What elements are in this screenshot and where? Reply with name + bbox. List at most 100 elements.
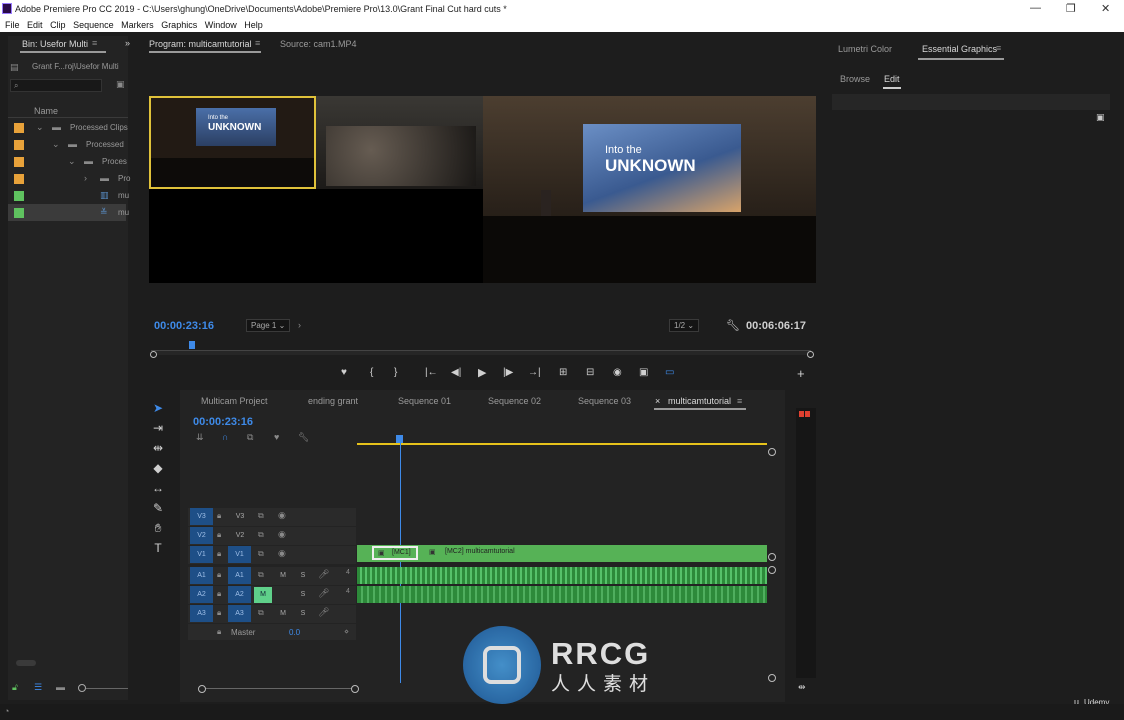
snap-icon[interactable]: ∩	[222, 432, 228, 442]
linked-selection-icon[interactable]: ⧉	[247, 432, 253, 443]
h-scrollbar[interactable]	[202, 688, 356, 689]
slip-tool-icon[interactable]: ↔	[141, 478, 175, 498]
add-marker-icon[interactable]: ♥	[274, 432, 279, 442]
new-bin-icon[interactable]: ▣	[116, 79, 125, 90]
layers-area[interactable]	[832, 94, 1110, 110]
tab-edit[interactable]: Edit	[884, 74, 900, 84]
search-input[interactable]: ⌕	[10, 79, 102, 92]
mic-icon[interactable]: 🎤︎	[318, 569, 329, 580]
insert-sequence-icon[interactable]: ⇊	[196, 432, 204, 443]
panel-menu-icon[interactable]: ≡	[255, 38, 260, 48]
column-name[interactable]: Name	[34, 106, 58, 116]
selection-tool-icon[interactable]: ➤	[141, 398, 175, 418]
tab-sequence[interactable]: Sequence 02	[488, 396, 541, 406]
go-to-in-button[interactable]: |←	[425, 367, 438, 378]
sync-lock-icon[interactable]: ⧉	[258, 511, 264, 521]
playhead-marker[interactable]	[189, 341, 195, 349]
chevron-down-icon[interactable]: ⌄	[68, 156, 76, 167]
razor-tool-icon[interactable]: ◆	[141, 458, 175, 478]
lock-icon[interactable]: 🔒︎	[217, 570, 221, 580]
sync-lock-icon[interactable]: ⧉	[258, 549, 264, 559]
zoom-scrollbar[interactable]	[151, 350, 811, 355]
new-layer-icon[interactable]: ▣	[1096, 112, 1105, 123]
multicam-toggle-button[interactable]: ▭	[665, 367, 674, 378]
close-tab-icon[interactable]: ×	[655, 396, 660, 406]
chevron-down-icon[interactable]: ⌄	[36, 122, 44, 133]
mic-icon[interactable]: 🎤︎	[318, 607, 329, 618]
lock-icon[interactable]: 🔒︎	[217, 627, 221, 637]
keyframe-icon[interactable]: ⋄	[344, 627, 349, 636]
program-output[interactable]: Into the UNKNOWN	[483, 96, 816, 283]
track-target-v2[interactable]: V2	[231, 528, 249, 544]
zoom-slider[interactable]	[86, 688, 128, 689]
playhead-timecode[interactable]: 00:00:23:16	[154, 320, 214, 332]
mark-in-button[interactable]: {	[370, 367, 373, 378]
close-button[interactable]: ✕	[1101, 2, 1110, 15]
lock-icon[interactable]: 🔒︎	[217, 589, 221, 599]
sync-lock-icon[interactable]: ⧉	[258, 608, 264, 618]
zoom-select[interactable]: 1/2 ⌄	[669, 319, 700, 332]
chevron-down-icon[interactable]: ⌄	[52, 139, 60, 150]
track-target-a1[interactable]: A1	[228, 567, 251, 584]
meter-fit-icon[interactable]: ⇹	[798, 682, 806, 693]
lock-icon[interactable]: 🔒︎	[217, 511, 221, 521]
menu-help[interactable]: Help	[244, 18, 263, 32]
multicam-angle-1[interactable]: Into the UNKNOWN	[149, 96, 316, 189]
source-patch-v3[interactable]: V3	[190, 508, 213, 525]
pen-tool-icon[interactable]: ✎	[141, 498, 175, 518]
source-patch-v1[interactable]: V1	[190, 546, 213, 563]
sync-lock-icon[interactable]: ⧉	[258, 530, 264, 540]
type-tool-icon[interactable]: T	[141, 538, 175, 558]
add-button[interactable]: +	[797, 366, 805, 381]
menu-graphics[interactable]: Graphics	[161, 18, 197, 32]
video-viewer[interactable]: Into the UNKNOWN Into the UNKNOWN	[149, 96, 816, 283]
tab-lumetri-color[interactable]: Lumetri Color	[838, 44, 892, 54]
lock-icon[interactable]: 🔒︎	[217, 549, 221, 559]
hand-tool-icon[interactable]: ✋︎	[141, 518, 175, 538]
panel-menu-icon[interactable]: ≡	[92, 38, 97, 48]
scroll-handle-right[interactable]	[807, 351, 814, 358]
lift-button[interactable]: ⊞	[559, 367, 567, 378]
eye-icon[interactable]: ◉	[278, 510, 286, 521]
zoom-slider-handle[interactable]	[78, 684, 86, 692]
scroll-handle-left[interactable]	[198, 685, 206, 693]
panel-menu-icon[interactable]: ≡	[737, 396, 742, 406]
tab-sequence[interactable]: Sequence 01	[398, 396, 451, 406]
menu-clip[interactable]: Clip	[50, 18, 66, 32]
mute-button[interactable]: M	[274, 568, 292, 584]
panel-menu-icon[interactable]: ≡	[996, 43, 1001, 53]
folder-up-icon[interactable]: ▤	[10, 62, 19, 73]
tab-browse[interactable]: Browse	[840, 74, 870, 84]
track-target-a2[interactable]: A2	[228, 586, 251, 603]
list-item[interactable]: › ▬ Pro	[8, 170, 130, 187]
scroll-handle[interactable]	[768, 674, 776, 682]
solo-button[interactable]: S	[294, 587, 312, 603]
export-frame-button[interactable]: ◉	[613, 367, 622, 378]
lock-icon[interactable]: 🔒︎	[217, 530, 221, 540]
menu-markers[interactable]: Markers	[121, 18, 154, 32]
source-patch-v2[interactable]: V2	[190, 527, 213, 544]
scroll-handle[interactable]	[768, 553, 776, 561]
menu-sequence[interactable]: Sequence	[73, 18, 114, 32]
lock-icon[interactable]: 🔓︎	[12, 682, 18, 693]
list-item-selected[interactable]: ≚ mu	[8, 204, 129, 221]
menu-edit[interactable]: Edit	[27, 18, 43, 32]
maximize-button[interactable]: ❐	[1066, 2, 1076, 15]
mark-out-button[interactable]: }	[394, 367, 397, 378]
mute-button[interactable]: M	[274, 606, 292, 622]
page-select[interactable]: Page 1 ⌄	[246, 319, 291, 332]
mute-button-active[interactable]: M	[254, 587, 272, 603]
tab-source[interactable]: Source: cam1.MP4	[280, 39, 357, 49]
scrollbar[interactable]	[16, 660, 36, 666]
source-patch-a1[interactable]: A1	[190, 567, 213, 584]
chevron-right-icon[interactable]: ›	[84, 173, 87, 183]
list-item[interactable]: ⌄ ▬ Processed	[8, 136, 126, 153]
list-item[interactable]: ⌄ ▬ Processed Clips	[8, 119, 128, 136]
audio-clip-a1[interactable]	[357, 567, 767, 584]
source-patch-a3[interactable]: A3	[190, 605, 213, 622]
scroll-handle[interactable]	[768, 448, 776, 456]
mic-icon[interactable]: 🎤︎	[318, 588, 329, 599]
add-marker-button[interactable]: ♥	[341, 367, 347, 378]
multicam-angle-2[interactable]	[316, 96, 483, 189]
settings-wrench-icon[interactable]: 🔧︎	[298, 432, 309, 443]
